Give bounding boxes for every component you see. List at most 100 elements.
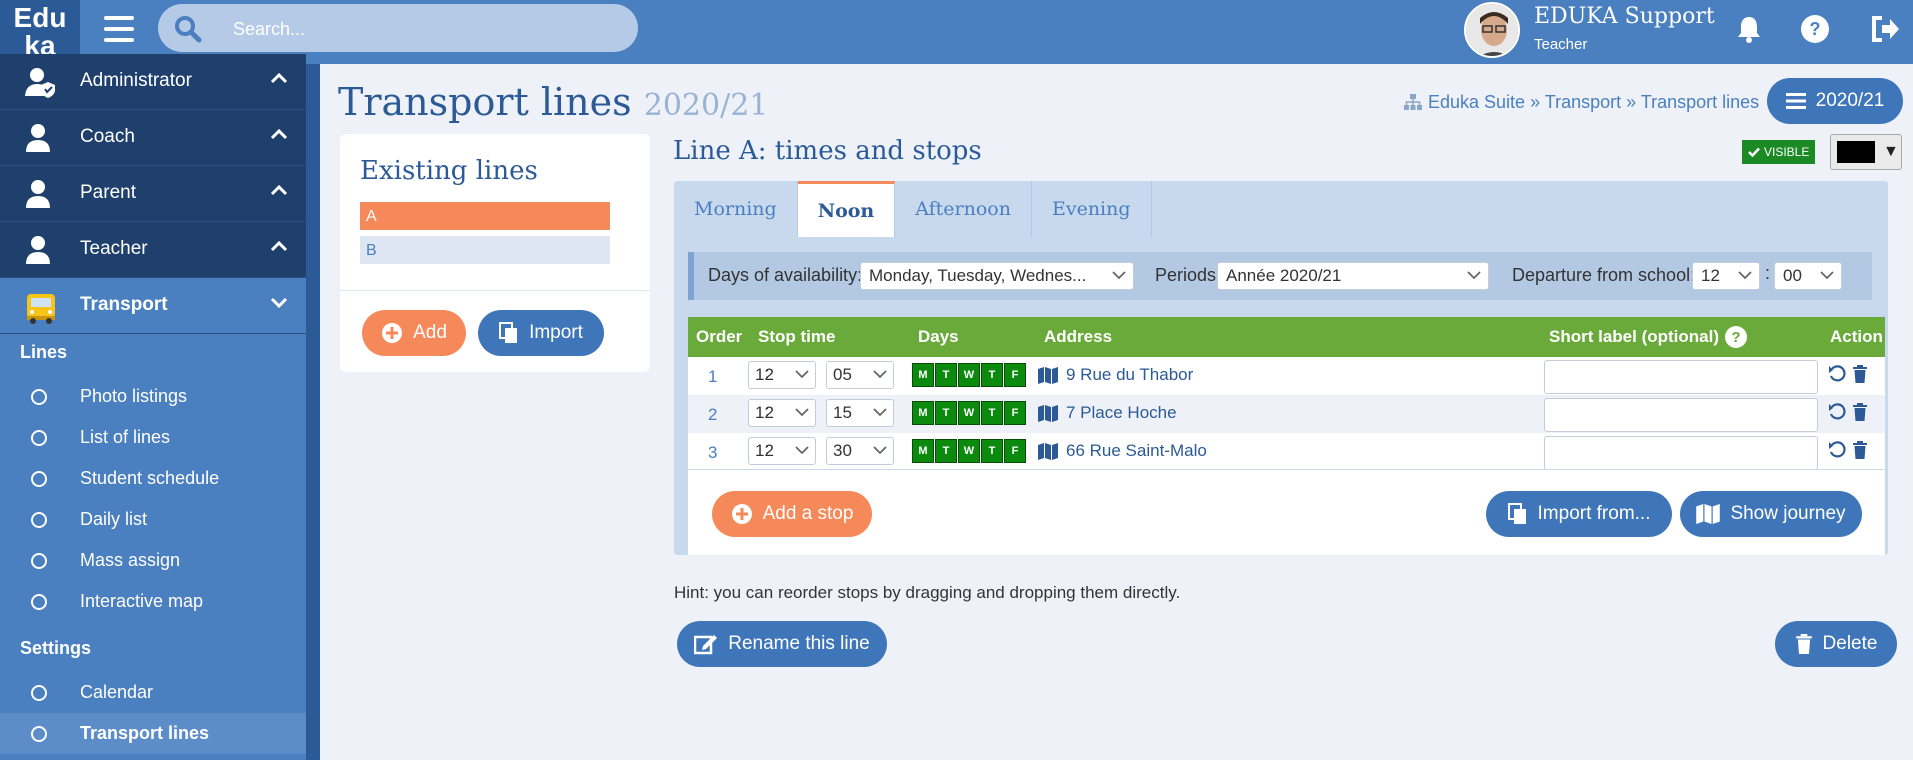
stop-hour-select[interactable]: 12 — [748, 361, 816, 389]
undo-icon[interactable] — [1828, 403, 1846, 421]
table-row[interactable]: 2 12 : 15 MTWTF 7 Place Hoche — [688, 395, 1885, 433]
departure-hour-select[interactable]: 12 — [1692, 262, 1760, 290]
sidebar-scrollbar[interactable] — [306, 64, 320, 760]
add-line-button[interactable]: Add — [362, 310, 466, 356]
menu-toggle-icon[interactable] — [104, 16, 134, 42]
sidebar-item-interactive-map[interactable]: Interactive map — [0, 581, 306, 622]
sidebar-item-list-of-lines[interactable]: List of lines — [0, 417, 306, 458]
line-panel: Morning Noon Afternoon Evening Days of a… — [674, 181, 1888, 555]
stop-address-link[interactable]: 9 Rue du Thabor — [1038, 365, 1193, 385]
stop-hour-select[interactable]: 12 — [748, 437, 816, 465]
day-badge-tuesday[interactable]: T — [935, 401, 957, 425]
logout-icon[interactable] — [1870, 14, 1900, 44]
chevron-down-icon — [795, 370, 809, 379]
sidebar-item-teacher[interactable]: Teacher — [0, 222, 306, 278]
stop-hour-select[interactable]: 12 — [748, 399, 816, 427]
add-stop-button[interactable]: Add a stop — [712, 491, 872, 537]
undo-icon[interactable] — [1828, 441, 1846, 459]
day-badge-monday[interactable]: M — [912, 401, 934, 425]
day-badge-thursday[interactable]: T — [981, 401, 1003, 425]
stop-order[interactable]: 1 — [708, 367, 717, 387]
page-title-text: Transport lines — [338, 80, 632, 124]
sidebar-label: Interactive map — [80, 591, 204, 611]
day-badge-monday[interactable]: M — [912, 439, 934, 463]
sidebar-item-daily-list[interactable]: Daily list — [0, 499, 306, 540]
circle-icon — [31, 471, 47, 487]
chevron-down-icon — [1467, 271, 1481, 280]
stop-order[interactable]: 3 — [708, 443, 717, 463]
sidebar-item-transport[interactable]: Transport — [0, 278, 306, 334]
stop-address-link[interactable]: 66 Rue Saint-Malo — [1038, 441, 1207, 461]
days-select[interactable]: Monday, Tuesday, Wednes... — [860, 262, 1134, 290]
day-badge-friday[interactable]: F — [1004, 439, 1026, 463]
breadcrumb-text[interactable]: Eduka Suite » Transport » Transport line… — [1428, 92, 1759, 112]
sidebar-item-transport-lines[interactable]: Transport lines — [0, 713, 306, 754]
search-icon[interactable] — [174, 15, 202, 43]
sidebar-item-parent[interactable]: Parent — [0, 166, 306, 222]
line-color-picker[interactable]: ▼ — [1830, 134, 1902, 170]
stop-minute-select[interactable]: 15 — [826, 399, 894, 427]
import-from-button[interactable]: Import from... — [1486, 491, 1672, 537]
trash-icon[interactable] — [1852, 441, 1868, 459]
tab-evening[interactable]: Evening — [1032, 181, 1152, 237]
add-line-label: Add — [413, 322, 447, 343]
chevron-down-icon — [795, 446, 809, 455]
sidebar-item-administrator[interactable]: Administrator — [0, 54, 306, 110]
tab-afternoon[interactable]: Afternoon — [895, 181, 1032, 237]
trash-icon[interactable] — [1852, 365, 1868, 383]
table-row[interactable]: 3 12 : 30 MTWTF 66 Rue Saint-Malo — [688, 433, 1885, 471]
trash-icon[interactable] — [1852, 403, 1868, 421]
tab-noon[interactable]: Noon — [797, 181, 896, 237]
line-item-b[interactable]: B — [360, 236, 610, 264]
rename-line-button[interactable]: Rename this line — [677, 621, 887, 667]
sidebar-item-mass-assign[interactable]: Mass assign — [0, 540, 306, 581]
tab-morning[interactable]: Morning — [674, 181, 798, 237]
circle-icon — [31, 685, 47, 701]
filters-bar: Days of availability: Monday, Tuesday, W… — [688, 252, 1872, 300]
day-badge-wednesday[interactable]: W — [958, 439, 980, 463]
day-badge-wednesday[interactable]: W — [958, 363, 980, 387]
stop-order[interactable]: 2 — [708, 405, 717, 425]
day-badge-thursday[interactable]: T — [981, 363, 1003, 387]
day-badge-friday[interactable]: F — [1004, 363, 1026, 387]
question-circle-icon[interactable]: ? — [1724, 325, 1748, 349]
hint-text: Hint: you can reorder stops by dragging … — [674, 583, 1181, 602]
short-label-input[interactable] — [1544, 398, 1818, 432]
show-journey-button[interactable]: Show journey — [1680, 491, 1862, 537]
breadcrumb[interactable]: Eduka Suite » Transport » Transport line… — [1404, 92, 1759, 113]
sidebar-item-calendar[interactable]: Calendar — [0, 672, 306, 713]
import-line-button[interactable]: Import — [478, 310, 604, 356]
periods-select[interactable]: Année 2020/21 — [1217, 262, 1489, 290]
search-input[interactable] — [233, 16, 613, 42]
svg-text:?: ? — [1731, 329, 1740, 346]
undo-icon[interactable] — [1828, 365, 1846, 383]
day-badge-wednesday[interactable]: W — [958, 401, 980, 425]
stop-minute-select[interactable]: 30 — [826, 437, 894, 465]
stop-minute-select[interactable]: 05 — [826, 361, 894, 389]
short-label-input[interactable] — [1544, 360, 1818, 394]
day-badge-thursday[interactable]: T — [981, 439, 1003, 463]
sidebar-item-coach[interactable]: Coach — [0, 110, 306, 166]
day-badge-friday[interactable]: F — [1004, 401, 1026, 425]
user-name[interactable]: EDUKA Support — [1534, 4, 1715, 29]
day-badge-monday[interactable]: M — [912, 363, 934, 387]
page-title: Transport lines 2020/21 — [338, 80, 768, 124]
visible-badge[interactable]: VISIBLE — [1742, 140, 1815, 164]
sidebar-item-photo-listings[interactable]: Photo listings — [0, 376, 306, 417]
sidebar-item-student-schedule[interactable]: Student schedule — [0, 458, 306, 499]
table-row[interactable]: 1 12 : 05 MTWTF 9 Rue du Thabor — [688, 357, 1885, 395]
line-item-a[interactable]: A — [360, 202, 610, 230]
stop-address-link[interactable]: 7 Place Hoche — [1038, 403, 1177, 423]
import-line-label: Import — [529, 322, 583, 343]
short-label-input[interactable] — [1544, 436, 1818, 470]
day-badge-tuesday[interactable]: T — [935, 363, 957, 387]
avatar[interactable] — [1464, 2, 1520, 58]
time-separator: : — [1765, 263, 1771, 283]
bell-icon[interactable] — [1734, 14, 1764, 44]
day-badge-tuesday[interactable]: T — [935, 439, 957, 463]
departure-minute-select[interactable]: 00 — [1774, 262, 1842, 290]
delete-line-button[interactable]: Delete — [1775, 621, 1897, 667]
year-selector-button[interactable]: 2020/21 — [1767, 78, 1903, 124]
help-icon[interactable]: ? — [1800, 14, 1830, 44]
chevron-down-icon — [873, 408, 887, 417]
